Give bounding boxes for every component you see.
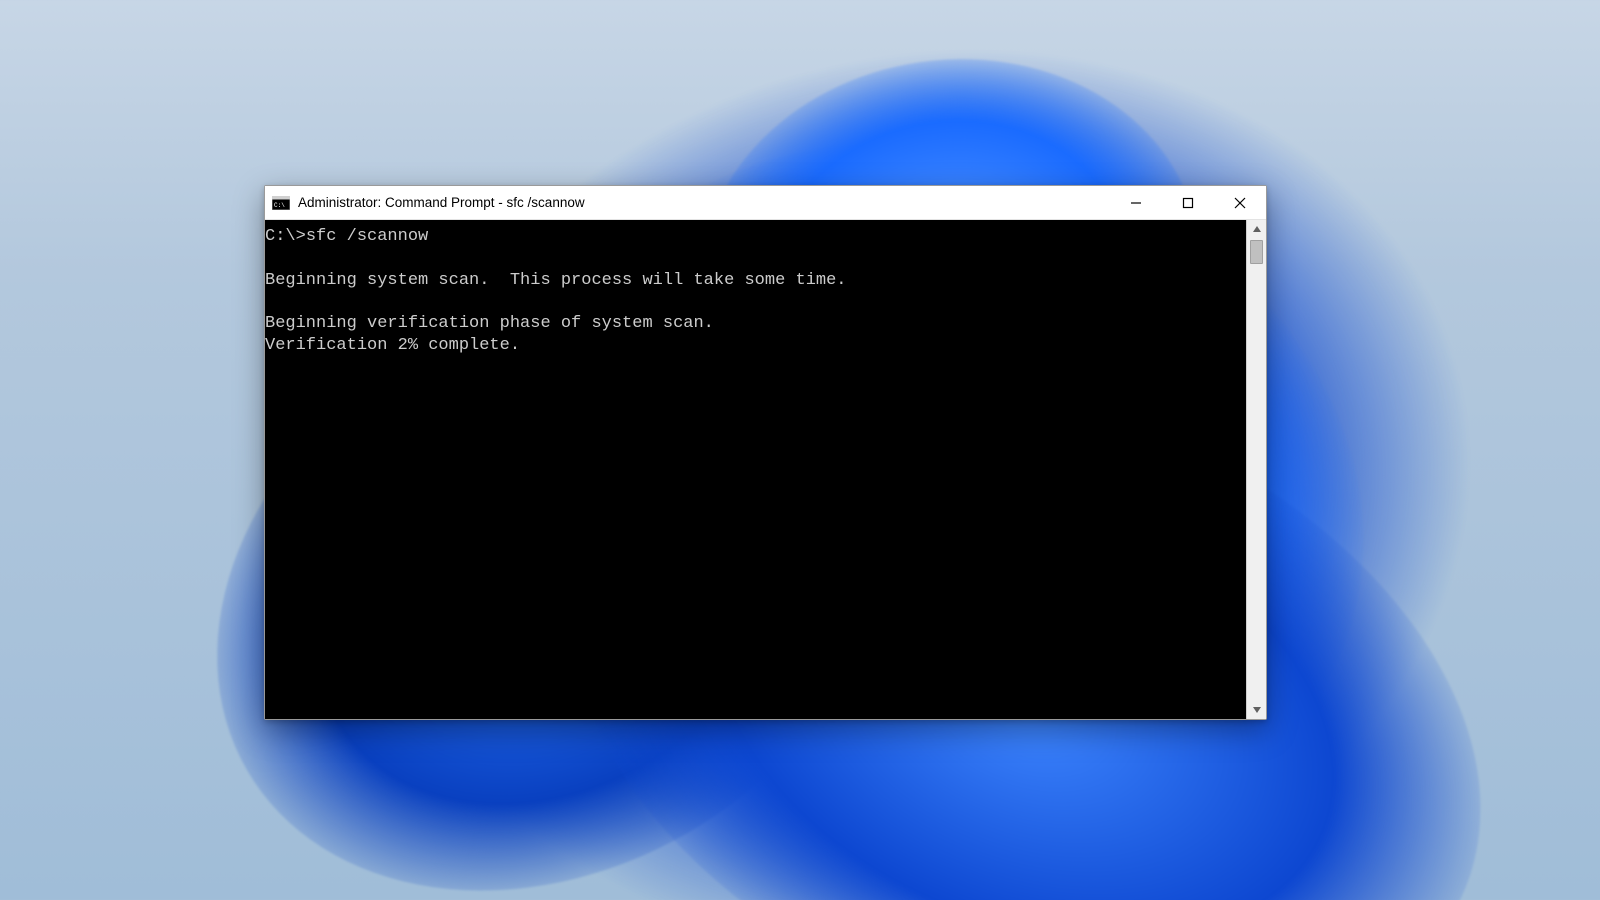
titlebar[interactable]: C:\ Administrator: Command Prompt - sfc …: [265, 186, 1266, 220]
close-icon: [1234, 197, 1246, 209]
scroll-track[interactable]: [1247, 238, 1266, 701]
terminal-line: C:\>sfc /scannow: [265, 227, 428, 246]
scroll-up-button[interactable]: [1247, 220, 1266, 238]
chevron-up-icon: [1252, 224, 1262, 234]
svg-text:C:\: C:\: [274, 202, 285, 209]
cmd-icon: C:\: [272, 195, 290, 211]
command-prompt-window[interactable]: C:\ Administrator: Command Prompt - sfc …: [264, 185, 1267, 720]
maximize-button[interactable]: [1162, 186, 1214, 219]
window-controls: [1110, 186, 1266, 219]
terminal-line: Beginning system scan. This process will…: [265, 271, 847, 290]
scroll-down-button[interactable]: [1247, 701, 1266, 719]
client-area: C:\>sfc /scannow Beginning system scan. …: [265, 220, 1266, 719]
minimize-icon: [1130, 197, 1142, 209]
maximize-icon: [1182, 197, 1194, 209]
command-text: sfc /scannow: [306, 227, 428, 246]
prompt: C:\>: [265, 227, 306, 246]
minimize-button[interactable]: [1110, 186, 1162, 219]
close-button[interactable]: [1214, 186, 1266, 219]
vertical-scrollbar[interactable]: [1246, 220, 1266, 719]
chevron-down-icon: [1252, 705, 1262, 715]
scroll-thumb[interactable]: [1250, 240, 1263, 264]
terminal-line: Verification 2% complete.: [265, 336, 520, 355]
terminal-line: Beginning verification phase of system s…: [265, 314, 714, 333]
terminal-output[interactable]: C:\>sfc /scannow Beginning system scan. …: [265, 220, 1246, 719]
window-title: Administrator: Command Prompt - sfc /sca…: [298, 195, 1110, 210]
